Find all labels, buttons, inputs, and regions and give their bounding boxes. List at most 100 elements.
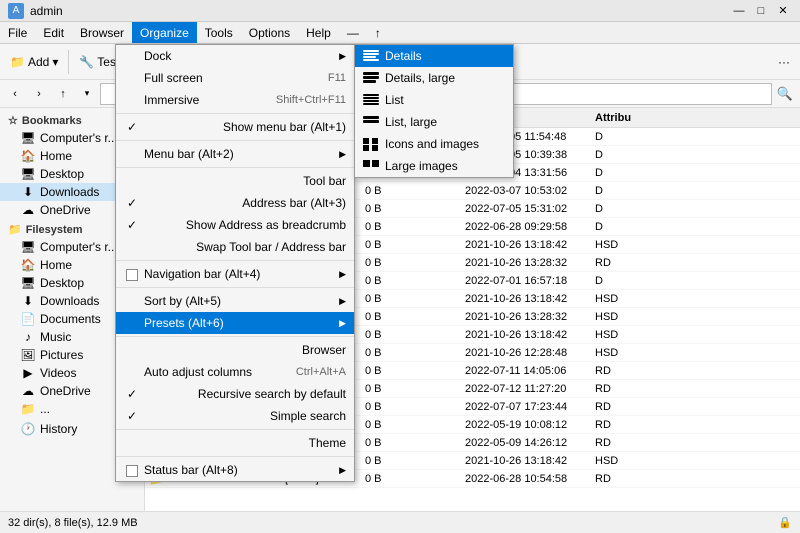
more-label: ··· <box>778 55 790 69</box>
org-browser[interactable]: Browser <box>116 339 354 361</box>
menu-file[interactable]: File <box>0 22 35 43</box>
icons-images-icon <box>363 138 379 150</box>
preset-icons-images[interactable]: Icons and images <box>355 133 513 155</box>
org-statusbar[interactable]: Status bar (Alt+8) ▶ <box>116 459 354 481</box>
org-recursive[interactable]: ✓ Recursive search by default <box>116 383 354 405</box>
autoadjust-label: Auto adjust columns <box>144 365 252 379</box>
title-text: admin <box>30 4 730 18</box>
row-attrib: HSD <box>595 311 655 323</box>
up-button[interactable]: ↑ <box>52 83 74 105</box>
org-sep3 <box>116 167 354 168</box>
browser-label: Browser <box>302 343 346 357</box>
row-size: 0 B <box>365 293 425 305</box>
home-icon-1: 🏠 <box>20 149 36 163</box>
downloads2-label: Downloads <box>40 294 99 308</box>
org-sortby[interactable]: Sort by (Alt+5) ▶ <box>116 290 354 312</box>
row-modified: 2021-10-26 13:28:32 <box>465 257 595 269</box>
preset-large-images[interactable]: Large images <box>355 155 513 177</box>
details-icon <box>363 50 379 62</box>
icons-images-label: Icons and images <box>385 137 479 151</box>
forward-button[interactable]: › <box>28 83 50 105</box>
app-icon: A <box>8 3 24 19</box>
menu-options[interactable]: Options <box>241 22 298 43</box>
history-label: History <box>40 422 77 436</box>
status-bar: 32 dir(s), 8 file(s), 12.9 MB 🔒 <box>0 511 800 533</box>
org-sep1 <box>116 113 354 114</box>
row-modified: 2021-10-26 13:18:42 <box>465 455 595 467</box>
more-icon: 📁 <box>20 402 36 416</box>
history-icon: 🕐 <box>20 422 36 436</box>
details-large-label: Details, large <box>385 71 455 85</box>
statusbar-arrow: ▶ <box>339 465 346 476</box>
more-button[interactable]: ··· <box>772 52 796 72</box>
search-button[interactable]: 🔍 <box>774 83 796 105</box>
preset-details[interactable]: Details <box>355 45 513 67</box>
org-showaddress[interactable]: ✓ Show Address as breadcrumb <box>116 214 354 236</box>
menu-help[interactable]: Help <box>298 22 339 43</box>
org-sep7 <box>116 429 354 430</box>
row-attrib: HSD <box>595 293 655 305</box>
presets-label: Presets (Alt+6) <box>144 316 224 330</box>
dock-label: Dock <box>144 49 171 63</box>
menu-edit[interactable]: Edit <box>35 22 72 43</box>
org-simplesearch[interactable]: ✓ Simple search <box>116 405 354 427</box>
org-dock[interactable]: Dock ▶ <box>116 45 354 67</box>
org-fullscreen[interactable]: Full screen F11 <box>116 67 354 89</box>
menu-tools[interactable]: Tools <box>197 22 241 43</box>
org-presets[interactable]: Presets (Alt+6) ▶ <box>116 312 354 334</box>
row-attrib: RD <box>595 437 655 449</box>
maximize-button[interactable]: □ <box>752 2 770 20</box>
theme-label: Theme <box>309 436 346 450</box>
menu-up[interactable]: ↑ <box>367 22 389 43</box>
navbar-label: Navigation bar (Alt+4) <box>144 267 260 281</box>
org-navbar[interactable]: Navigation bar (Alt+4) ▶ <box>116 263 354 285</box>
add-icon: 📁 <box>10 55 25 69</box>
large-images-label: Large images <box>385 159 458 173</box>
minimize-button[interactable]: — <box>730 2 748 20</box>
org-autoadjust[interactable]: Auto adjust columns Ctrl+Alt+A <box>116 361 354 383</box>
org-immersive[interactable]: Immersive Shift+Ctrl+F11 <box>116 89 354 111</box>
preset-details-large[interactable]: Details, large <box>355 67 513 89</box>
menu-organize[interactable]: Organize <box>132 22 197 43</box>
row-modified: 2022-07-11 14:05:06 <box>465 365 595 377</box>
star-icon: ☆ <box>8 114 18 127</box>
row-attrib: D <box>595 185 655 197</box>
preset-list-large[interactable]: List, large <box>355 111 513 133</box>
row-size: 0 B <box>365 401 425 413</box>
row-attrib: D <box>595 221 655 233</box>
col-header-attrib[interactable]: Attribu <box>595 112 655 124</box>
preset-list[interactable]: List <box>355 89 513 111</box>
music-label: Music <box>40 330 71 344</box>
organize-menu: Dock ▶ Full screen F11 Immersive Shift+C… <box>115 44 355 482</box>
add-button[interactable]: 📁 Add ▾ <box>4 52 64 72</box>
lock-icon: 🔒 <box>778 516 792 529</box>
row-size: 0 B <box>365 329 425 341</box>
row-attrib: D <box>595 131 655 143</box>
menu-browser[interactable]: Browser <box>72 22 132 43</box>
row-size: 0 B <box>365 365 425 377</box>
menu-bar: File Edit Browser Organize Tools Options… <box>0 22 800 44</box>
back-button[interactable]: ‹ <box>4 83 26 105</box>
title-controls: — □ ✕ <box>730 2 792 20</box>
computerr1-label: Computer's r... <box>40 131 118 145</box>
row-modified: 2022-07-07 17:23:44 <box>465 401 595 413</box>
status-text: 32 dir(s), 8 file(s), 12.9 MB <box>8 517 138 529</box>
filesystem-label: Filesystem <box>26 224 83 236</box>
row-attrib: RD <box>595 365 655 377</box>
org-swaptool[interactable]: Swap Tool bar / Address bar <box>116 236 354 258</box>
menu-dash: — <box>339 22 367 43</box>
showmenu-check: ✓ <box>124 120 140 134</box>
close-button[interactable]: ✕ <box>774 2 792 20</box>
org-menubar2[interactable]: Menu bar (Alt+2) ▶ <box>116 143 354 165</box>
org-showmenu[interactable]: ✓ Show menu bar (Alt+1) <box>116 116 354 138</box>
org-theme[interactable]: Theme <box>116 432 354 454</box>
refresh-button[interactable]: ▾ <box>76 83 98 105</box>
org-toolbar[interactable]: Tool bar <box>116 170 354 192</box>
test-icon: 🔧 <box>79 55 94 69</box>
row-attrib: RD <box>595 383 655 395</box>
fullscreen-label: Full screen <box>144 71 203 85</box>
downloads1-label: Downloads <box>40 185 99 199</box>
org-addressbar[interactable]: ✓ Address bar (Alt+3) <box>116 192 354 214</box>
home1-label: Home <box>40 149 72 163</box>
statusbar-checkbox <box>124 463 140 477</box>
